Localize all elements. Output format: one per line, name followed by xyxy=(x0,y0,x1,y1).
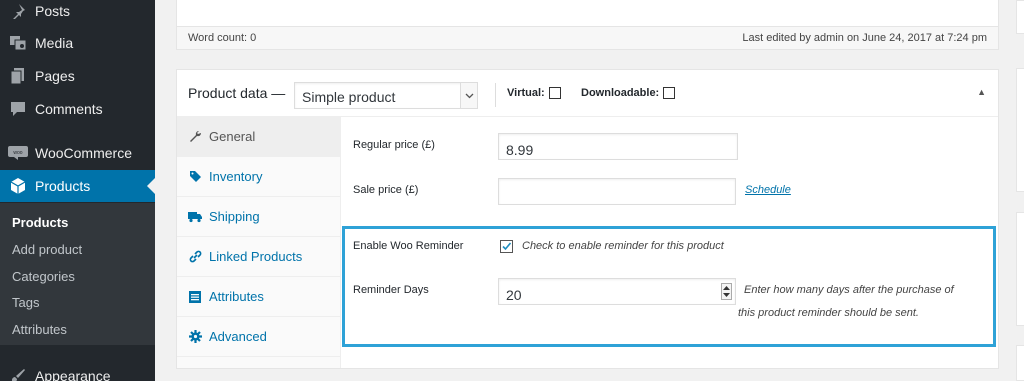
product-type-select[interactable]: Simple product xyxy=(294,82,478,109)
tab-shipping[interactable]: Shipping xyxy=(177,197,341,237)
side-metabox-edge xyxy=(1016,345,1024,381)
product-data-metabox: Product data — Simple product Virtual: D… xyxy=(176,69,999,369)
pages-icon xyxy=(8,66,28,86)
number-stepper-icon[interactable] xyxy=(721,283,732,300)
tab-label: Linked Products xyxy=(209,249,303,264)
woo-reminder-checkbox[interactable] xyxy=(500,240,513,253)
menu-label: Comments xyxy=(35,101,103,117)
side-metabox-edge xyxy=(1016,212,1024,326)
tab-label: Advanced xyxy=(209,329,267,344)
menu-item-media[interactable]: Media xyxy=(0,27,155,59)
reminder-days-description-line2: this product reminder should be sent. xyxy=(738,307,919,319)
product-data-title: Product data — xyxy=(188,85,286,101)
virtual-option: Virtual: xyxy=(507,87,561,99)
header-divider xyxy=(495,83,496,107)
gear-icon xyxy=(188,330,202,344)
submenu-item-add-product[interactable]: Add product xyxy=(12,242,82,257)
side-metabox-edge xyxy=(1016,0,1024,34)
chevron-down-icon xyxy=(460,83,477,108)
downloadable-checkbox[interactable] xyxy=(663,87,676,99)
truck-icon xyxy=(188,210,202,224)
downloadable-option: Downloadable: xyxy=(581,87,676,99)
downloadable-label: Downloadable: xyxy=(581,87,660,99)
menu-item-comments[interactable]: Comments xyxy=(0,93,155,125)
admin-sidebar: Posts Media Pages Comments woo WooCommer… xyxy=(0,0,155,381)
tab-label: General xyxy=(209,129,256,144)
product-data-tabs: General Inventory Shipping Linked Produc… xyxy=(177,117,341,368)
reminder-days-label: Reminder Days xyxy=(353,284,429,296)
reminder-days-description-line1: Enter how many days after the purchase o… xyxy=(744,284,954,296)
menu-label: WooCommerce xyxy=(35,145,132,161)
tab-general[interactable]: General xyxy=(177,117,341,157)
post-editor: Word count: 0 Last edited by admin on Ju… xyxy=(176,0,999,50)
regular-price-input[interactable]: 8.99 xyxy=(498,133,738,160)
tab-inventory[interactable]: Inventory xyxy=(177,157,341,197)
reminder-days-input[interactable]: 20 xyxy=(498,278,736,305)
menu-item-posts[interactable]: Posts xyxy=(0,0,155,27)
wrench-icon xyxy=(188,130,202,144)
tag-icon xyxy=(188,170,202,184)
media-icon xyxy=(8,33,28,53)
svg-text:woo: woo xyxy=(13,150,22,156)
menu-label: Posts xyxy=(35,3,71,19)
word-count: Word count: 0 xyxy=(188,32,257,44)
schedule-link[interactable]: Schedule xyxy=(745,184,791,196)
virtual-label: Virtual: xyxy=(507,87,545,99)
last-edited: Last edited by admin on June 24, 2017 at… xyxy=(742,32,987,44)
sale-price-label: Sale price (£) xyxy=(353,184,419,196)
pushpin-icon xyxy=(8,1,28,21)
tab-label: Attributes xyxy=(209,289,264,304)
woo-reminder-description: Check to enable reminder for this produc… xyxy=(522,240,724,252)
tab-label: Inventory xyxy=(209,169,263,184)
tab-label: Shipping xyxy=(209,209,260,224)
regular-price-label: Regular price (£) xyxy=(353,139,435,151)
menu-item-appearance[interactable]: Appearance xyxy=(0,360,155,381)
product-type-value: Simple product xyxy=(302,89,396,105)
woo-reminder-label: Enable Woo Reminder xyxy=(353,240,464,252)
collapse-toggle-icon[interactable]: ▲ xyxy=(977,87,986,97)
submenu-item-products[interactable]: Products xyxy=(12,215,68,230)
menu-label: Appearance xyxy=(35,368,111,381)
submenu-item-attributes[interactable]: Attributes xyxy=(12,322,67,337)
products-submenu: Products Add product Categories Tags Att… xyxy=(0,203,155,345)
menu-label: Products xyxy=(35,178,91,194)
menu-item-woocommerce[interactable]: woo WooCommerce xyxy=(0,137,155,169)
product-data-header: Product data — Simple product Virtual: D… xyxy=(177,70,998,117)
tab-linked-products[interactable]: Linked Products xyxy=(177,237,341,277)
appearance-icon xyxy=(8,366,28,381)
sale-price-input[interactable] xyxy=(498,178,736,205)
woo-icon: woo xyxy=(8,143,28,163)
reminder-days-value: 20 xyxy=(506,287,522,303)
tab-advanced[interactable]: Advanced xyxy=(177,317,341,357)
editor-textarea[interactable] xyxy=(177,0,998,26)
link-icon xyxy=(188,250,202,264)
menu-item-products[interactable]: Products xyxy=(0,170,155,202)
side-metabox-edge xyxy=(1016,68,1024,192)
submenu-item-tags[interactable]: Tags xyxy=(12,295,39,310)
list-icon xyxy=(188,290,202,304)
virtual-checkbox[interactable] xyxy=(548,87,561,99)
menu-label: Media xyxy=(35,35,74,51)
menu-label: Pages xyxy=(35,68,75,84)
submenu-item-categories[interactable]: Categories xyxy=(12,269,75,284)
products-icon xyxy=(8,176,28,196)
tab-attributes[interactable]: Attributes xyxy=(177,277,341,317)
comments-icon xyxy=(8,99,28,119)
editor-status-bar: Word count: 0 Last edited by admin on Ju… xyxy=(177,26,998,49)
menu-item-pages[interactable]: Pages xyxy=(0,60,155,92)
